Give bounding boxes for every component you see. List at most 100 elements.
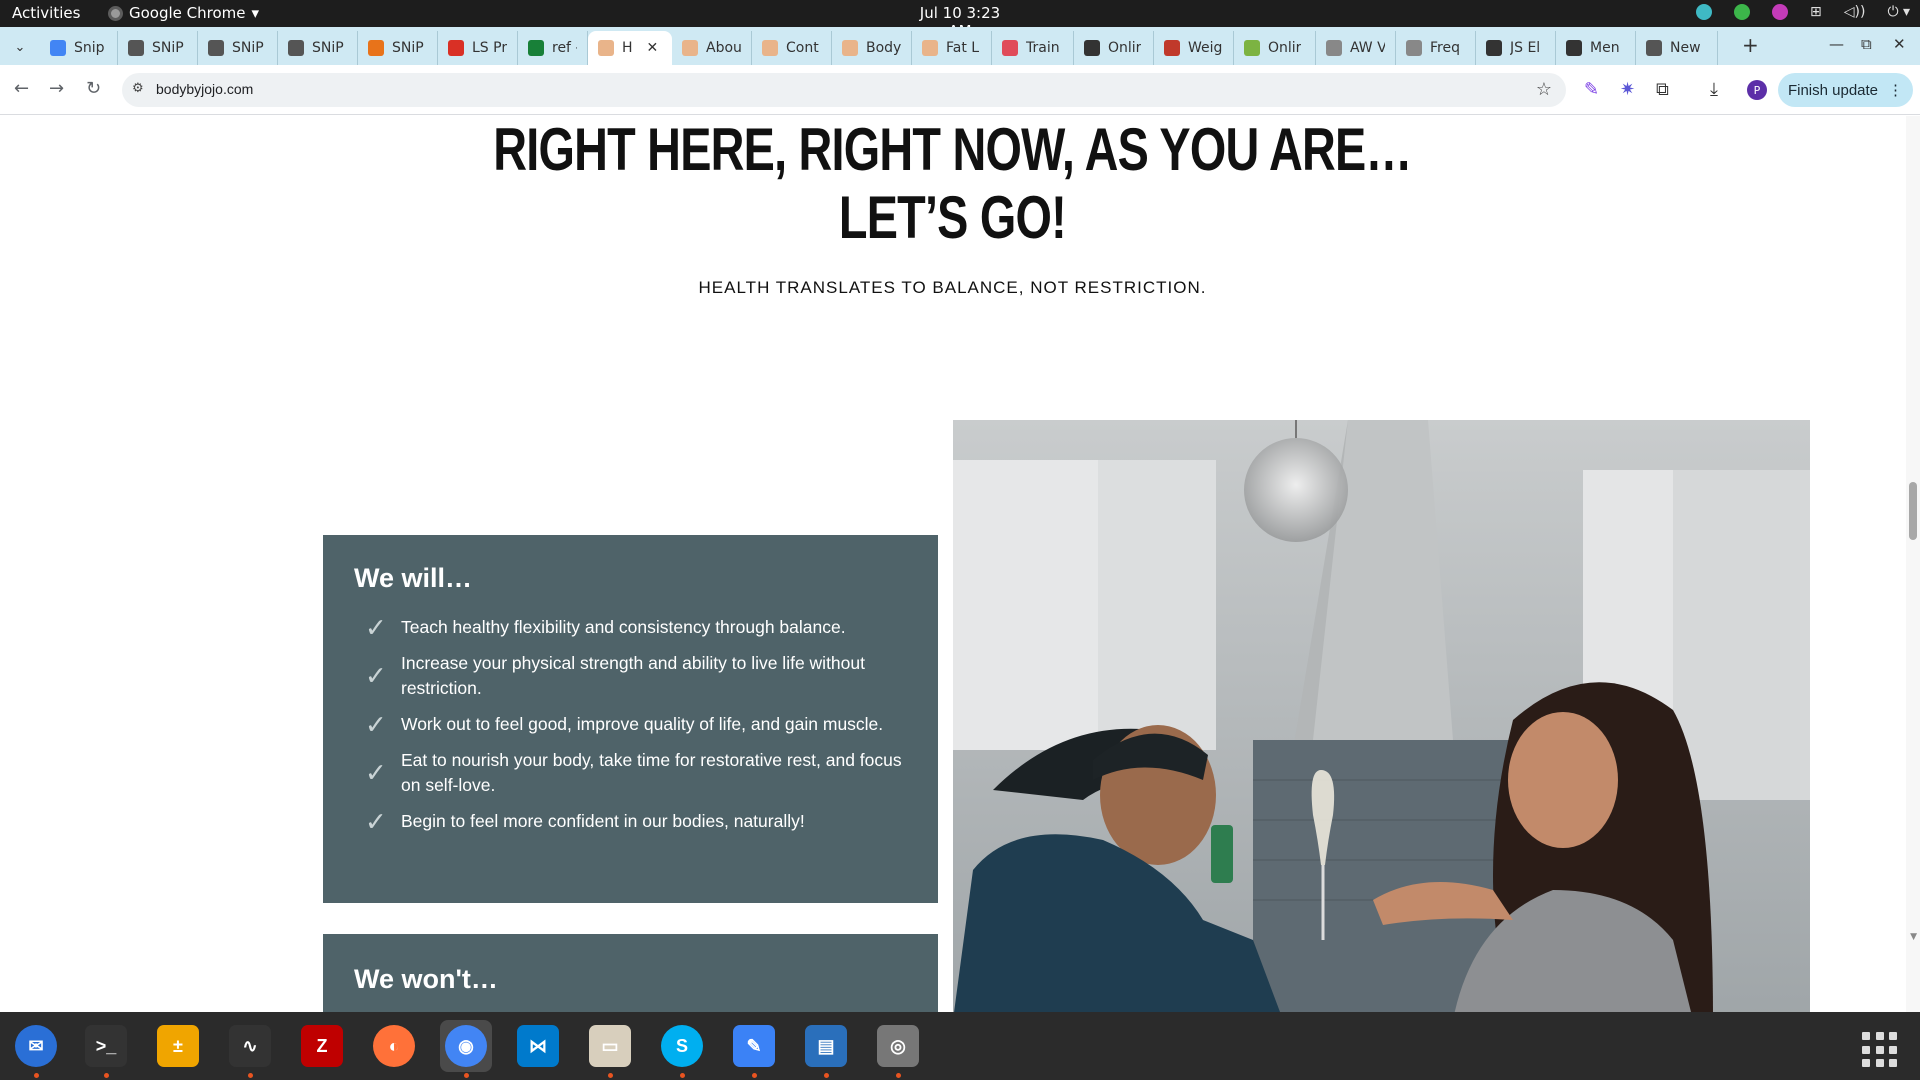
firefox-icon-glyph: ◐: [373, 1025, 415, 1067]
chrome-icon: [108, 5, 123, 21]
we-will-title: We will…: [354, 563, 473, 593]
browser-tab[interactable]: New: [1636, 31, 1718, 65]
browser-tab[interactable]: ref -: [518, 31, 588, 65]
site-info-icon[interactable]: ⚙: [132, 81, 144, 96]
browser-tab[interactable]: Freq: [1396, 31, 1476, 65]
browser-tab[interactable]: Abou: [672, 31, 752, 65]
we-will-item-text: Increase your physical strength and abil…: [401, 653, 865, 698]
app-menu[interactable]: Google Chrome ▾: [108, 4, 259, 22]
image-icon: [1244, 40, 1260, 56]
power-icon[interactable]: ⏻ ▾: [1887, 4, 1910, 20]
we-will-panel: We will… ✓ Teach healthy flexibility and …: [323, 535, 938, 903]
tab-title: H: [622, 40, 633, 56]
tab-title: SNiP: [312, 40, 344, 56]
extension-sparkle-icon[interactable]: ✷: [1620, 79, 1635, 100]
grid-dot: [1875, 1059, 1884, 1068]
chrome-icon[interactable]: ◉: [440, 1020, 492, 1078]
we-will-item: ✓ Teach healthy flexibility and consisten…: [365, 614, 921, 640]
shield-icon: [1566, 40, 1582, 56]
pen-extension-icon[interactable]: ✎: [1584, 79, 1599, 100]
running-indicator: [464, 1073, 469, 1078]
check-shield-icon[interactable]: [1734, 4, 1750, 20]
filezilla-icon[interactable]: Z: [296, 1020, 348, 1072]
grid-dot: [1862, 1059, 1870, 1068]
browser-tab[interactable]: Train: [992, 31, 1074, 65]
network-icon[interactable]: ⊞: [1810, 4, 1822, 20]
scroll-down-arrow-icon[interactable]: ▼: [1910, 932, 1917, 942]
browser-tab[interactable]: AW V: [1316, 31, 1396, 65]
show-applications-icon[interactable]: [1862, 1032, 1898, 1068]
volume-icon[interactable]: ◁)): [1844, 4, 1866, 20]
globe-icon: [1646, 40, 1662, 56]
tab-title: Body: [866, 40, 901, 56]
firefox-icon[interactable]: ◐: [368, 1020, 420, 1072]
browser-tab[interactable]: SNiP: [278, 31, 358, 65]
forward-button[interactable]: →: [49, 78, 64, 99]
we-will-item-text: Work out to feel good, improve quality o…: [401, 714, 884, 734]
scrollbar-thumb[interactable]: [1909, 482, 1917, 540]
url-text[interactable]: bodybyjojo.com: [156, 81, 253, 97]
browser-tab[interactable]: Snip: [40, 31, 118, 65]
browser-tab[interactable]: SNiP: [118, 31, 198, 65]
minimize-button[interactable]: —: [1829, 35, 1844, 53]
calculator-icon[interactable]: ±: [152, 1020, 204, 1072]
files-icon[interactable]: ▭: [584, 1020, 636, 1078]
browser-tab[interactable]: JS El: [1476, 31, 1556, 65]
restore-button[interactable]: ⧉: [1861, 35, 1872, 53]
peach-icon: [922, 40, 938, 56]
thunderbird-icon[interactable]: ✉: [10, 1020, 62, 1078]
browser-tab[interactable]: Weig: [1154, 31, 1234, 65]
tab-title: SNiP: [392, 40, 424, 56]
close-tab-icon[interactable]: ✕: [647, 40, 659, 56]
text-editor-icon-glyph: ✎: [733, 1025, 775, 1067]
vscode-icon[interactable]: ⋈: [512, 1020, 564, 1072]
tab-title: LS Pr: [472, 40, 507, 56]
we-will-item: ✓ Work out to feel good, improve quality …: [365, 711, 921, 737]
extensions-puzzle-icon[interactable]: ⧉: [1656, 79, 1669, 100]
browser-tab[interactable]: Fat L: [912, 31, 992, 65]
system-monitor-icon[interactable]: ∿: [224, 1020, 276, 1078]
hero-subtitle: HEALTH TRANSLATES TO BALANCE, NOT RESTRI…: [698, 278, 1207, 297]
back-button[interactable]: ←: [14, 78, 29, 99]
heart-icon: [1002, 40, 1018, 56]
terminal-icon[interactable]: >_: [80, 1020, 132, 1078]
emoji-icon: [368, 40, 384, 56]
profile-avatar[interactable]: P: [1747, 80, 1767, 100]
browser-tab[interactable]: SNiP: [358, 31, 438, 65]
libreoffice-writer-icon[interactable]: ▤: [800, 1020, 852, 1078]
disks-icon[interactable]: ◎: [872, 1020, 924, 1078]
text-editor-icon[interactable]: ✎: [728, 1020, 780, 1078]
browser-tab[interactable]: Cont: [752, 31, 832, 65]
new-tab-button[interactable]: +: [1742, 33, 1759, 57]
browser-tab[interactable]: Men: [1556, 31, 1636, 65]
tab-search-button[interactable]: ⌄: [8, 35, 32, 59]
hero-heading: RIGHT HERE, RIGHT NOW, AS YOU ARE… LET’S…: [209, 116, 1695, 252]
reload-button[interactable]: ↻: [86, 78, 101, 99]
sync-icon[interactable]: [1696, 4, 1712, 20]
browser-tab[interactable]: LS Pr: [438, 31, 518, 65]
tab-title: Weig: [1188, 40, 1223, 56]
browser-tab[interactable]: SNiP: [198, 31, 278, 65]
activities-button[interactable]: Activities: [12, 4, 80, 22]
app-indicator-icon[interactable]: [1772, 4, 1788, 20]
close-window-button[interactable]: ✕: [1893, 35, 1906, 53]
system-tray[interactable]: ⊞ ◁)) ⏻ ▾: [1696, 4, 1910, 20]
we-wont-title: We won't…: [354, 964, 498, 994]
browser-tab[interactable]: Onlir: [1234, 31, 1316, 65]
browser-tab[interactable]: Onlir: [1074, 31, 1154, 65]
checkmark-icon: ✓: [365, 757, 387, 788]
address-bar[interactable]: ⚙ bodybyjojo.com ☆: [122, 73, 1566, 107]
skype-icon-glyph: S: [661, 1025, 703, 1067]
browser-tab[interactable]: Body: [832, 31, 912, 65]
finish-update-button[interactable]: Finish update ⋮: [1778, 73, 1913, 107]
peach-icon: [842, 40, 858, 56]
peach-icon: [598, 40, 614, 56]
bookmark-star-icon[interactable]: ☆: [1536, 79, 1552, 100]
tab-title: Abou: [706, 40, 741, 56]
browser-tab[interactable]: H ✕: [588, 31, 672, 65]
downloads-icon[interactable]: ⤓: [1710, 79, 1718, 100]
files-icon-glyph: ▭: [589, 1025, 631, 1067]
page-scrollbar[interactable]: ▼: [1906, 116, 1920, 1012]
skype-icon[interactable]: S: [656, 1020, 708, 1078]
running-indicator: [752, 1073, 757, 1078]
